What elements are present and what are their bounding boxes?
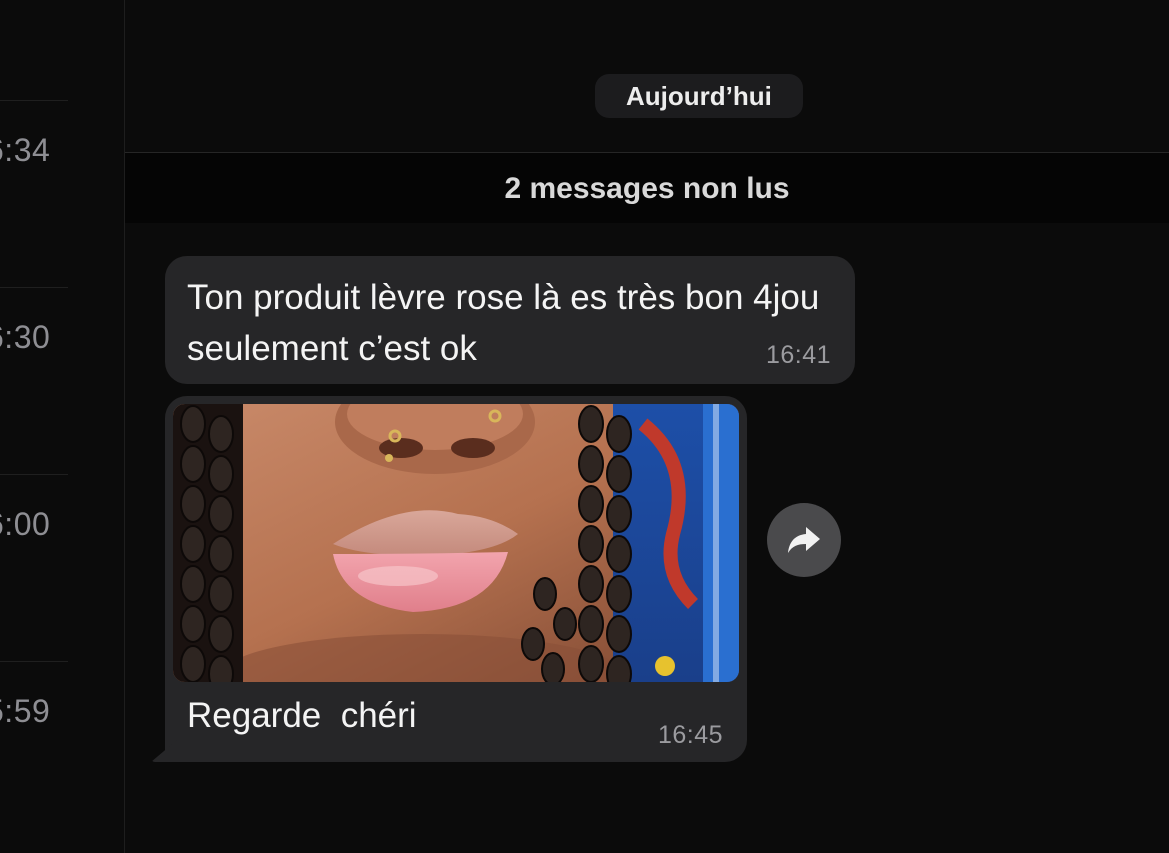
- list-divider: [0, 287, 68, 288]
- bubble-tail: [151, 740, 177, 762]
- chat-list-item[interactable]: 5:59: [0, 661, 124, 848]
- message-bubble[interactable]: Ton produit lèvre rose là es très bon 4j…: [165, 256, 855, 384]
- photo-image: [173, 404, 739, 682]
- list-divider: [0, 474, 68, 475]
- forward-arrow-icon: [788, 527, 820, 553]
- unread-messages-banner: 2 messages non lus: [125, 152, 1169, 223]
- photo-caption: Regarde chéri: [187, 696, 417, 735]
- forward-button[interactable]: [767, 503, 841, 577]
- chat-list-item-time: 5:59: [0, 693, 51, 729]
- message-timestamp: 16:45: [657, 721, 723, 749]
- chat-list-item-time: 6:00: [0, 506, 51, 542]
- list-divider: [0, 100, 68, 101]
- date-separator: Aujourd’hui: [595, 74, 803, 118]
- photo-attachment[interactable]: [173, 404, 739, 682]
- chat-list-item[interactable]: 6:34: [0, 100, 124, 287]
- message-timestamp: 16:41: [765, 341, 831, 369]
- chat-list-item[interactable]: 6:00: [0, 474, 124, 661]
- conversation-pane: Aujourd’hui 2 messages non lus Ton produ…: [125, 0, 1169, 853]
- list-divider: [0, 661, 68, 662]
- chat-list-item-time: 6:30: [0, 319, 51, 355]
- message-text: Ton produit lèvre rose là es très bon 4j…: [187, 278, 820, 368]
- chat-list-sidebar: 6:34 6:30 6:00 5:59: [0, 0, 125, 853]
- messaging-app: 6:34 6:30 6:00 5:59 Aujourd’hui 2 messag…: [0, 0, 1169, 853]
- chat-list-item-time: 6:34: [0, 132, 51, 168]
- chat-list-item[interactable]: 6:30: [0, 287, 124, 474]
- photo-message-bubble[interactable]: Regarde chéri 16:45: [151, 396, 747, 762]
